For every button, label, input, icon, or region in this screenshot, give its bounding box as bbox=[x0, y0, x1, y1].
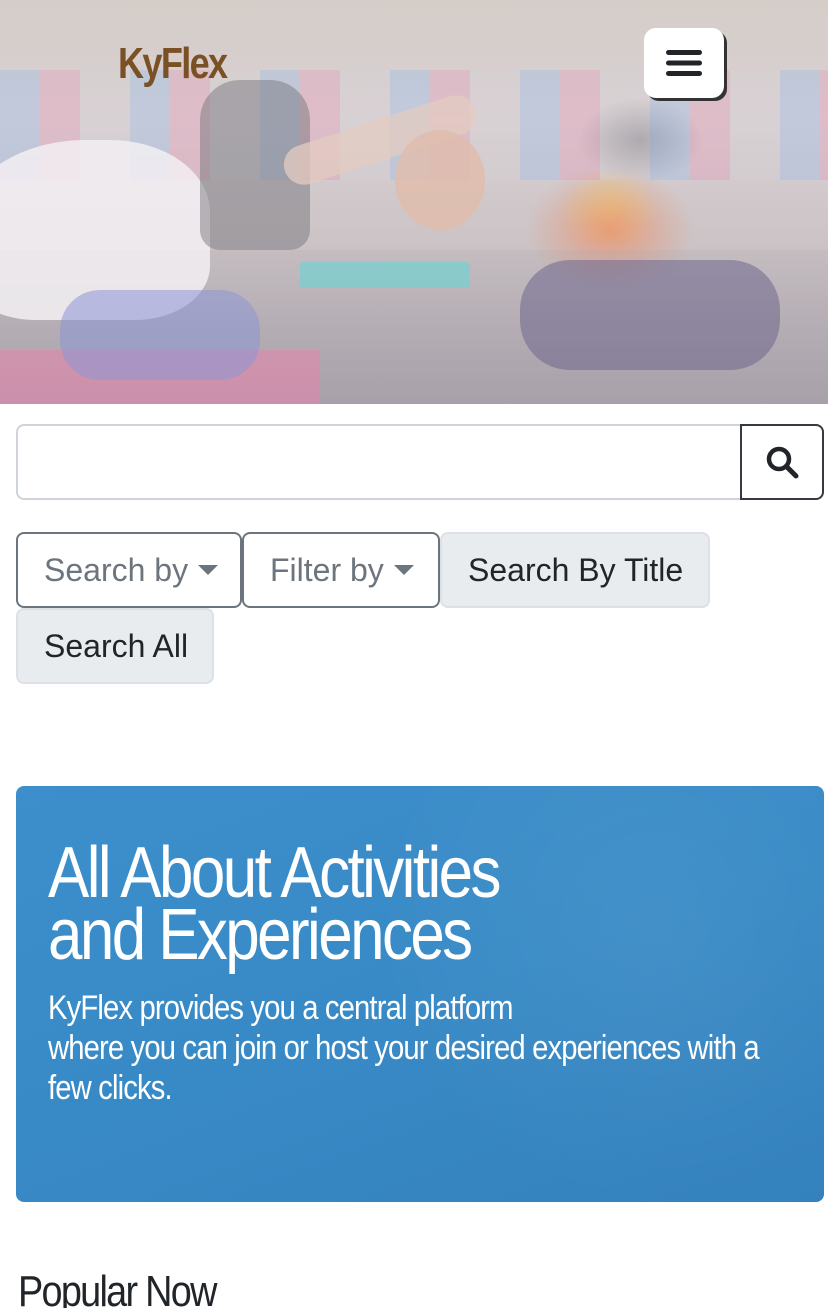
search-input[interactable] bbox=[16, 424, 742, 500]
search-all-label: Search All bbox=[44, 627, 189, 664]
search-all-button[interactable]: Search All bbox=[16, 608, 214, 684]
search-by-label: Search by bbox=[44, 551, 189, 588]
menu-toggle-button[interactable] bbox=[644, 28, 724, 98]
jumbotron-line: where you can join or host your desired … bbox=[48, 1029, 760, 1107]
search-button[interactable] bbox=[740, 424, 824, 500]
jumbotron-line: KyFlex provides you a central platform bbox=[48, 989, 513, 1027]
search-by-dropdown[interactable]: Search by bbox=[16, 532, 242, 608]
hero-banner: KyFlex bbox=[0, 0, 828, 404]
search-by-title-button[interactable]: Search By Title bbox=[440, 532, 710, 608]
brand-logo[interactable]: KyFlex bbox=[118, 36, 228, 92]
search-icon bbox=[766, 446, 799, 479]
hamburger-menu-icon bbox=[666, 50, 702, 76]
jumbotron-title: All About Activities and Experiences bbox=[48, 833, 501, 975]
search-by-title-label: Search By Title bbox=[468, 551, 684, 588]
caret-down-icon bbox=[393, 565, 414, 575]
popular-now-heading: Popular Now bbox=[18, 1267, 217, 1308]
filter-by-dropdown[interactable]: Filter by bbox=[242, 532, 440, 608]
jumbotron-description: KyFlex provides you a central platform w… bbox=[48, 988, 796, 1108]
intro-jumbotron: All About Activities and Experiences KyF… bbox=[16, 786, 824, 1202]
filter-by-label: Filter by bbox=[270, 551, 384, 588]
caret-down-icon bbox=[198, 565, 219, 575]
